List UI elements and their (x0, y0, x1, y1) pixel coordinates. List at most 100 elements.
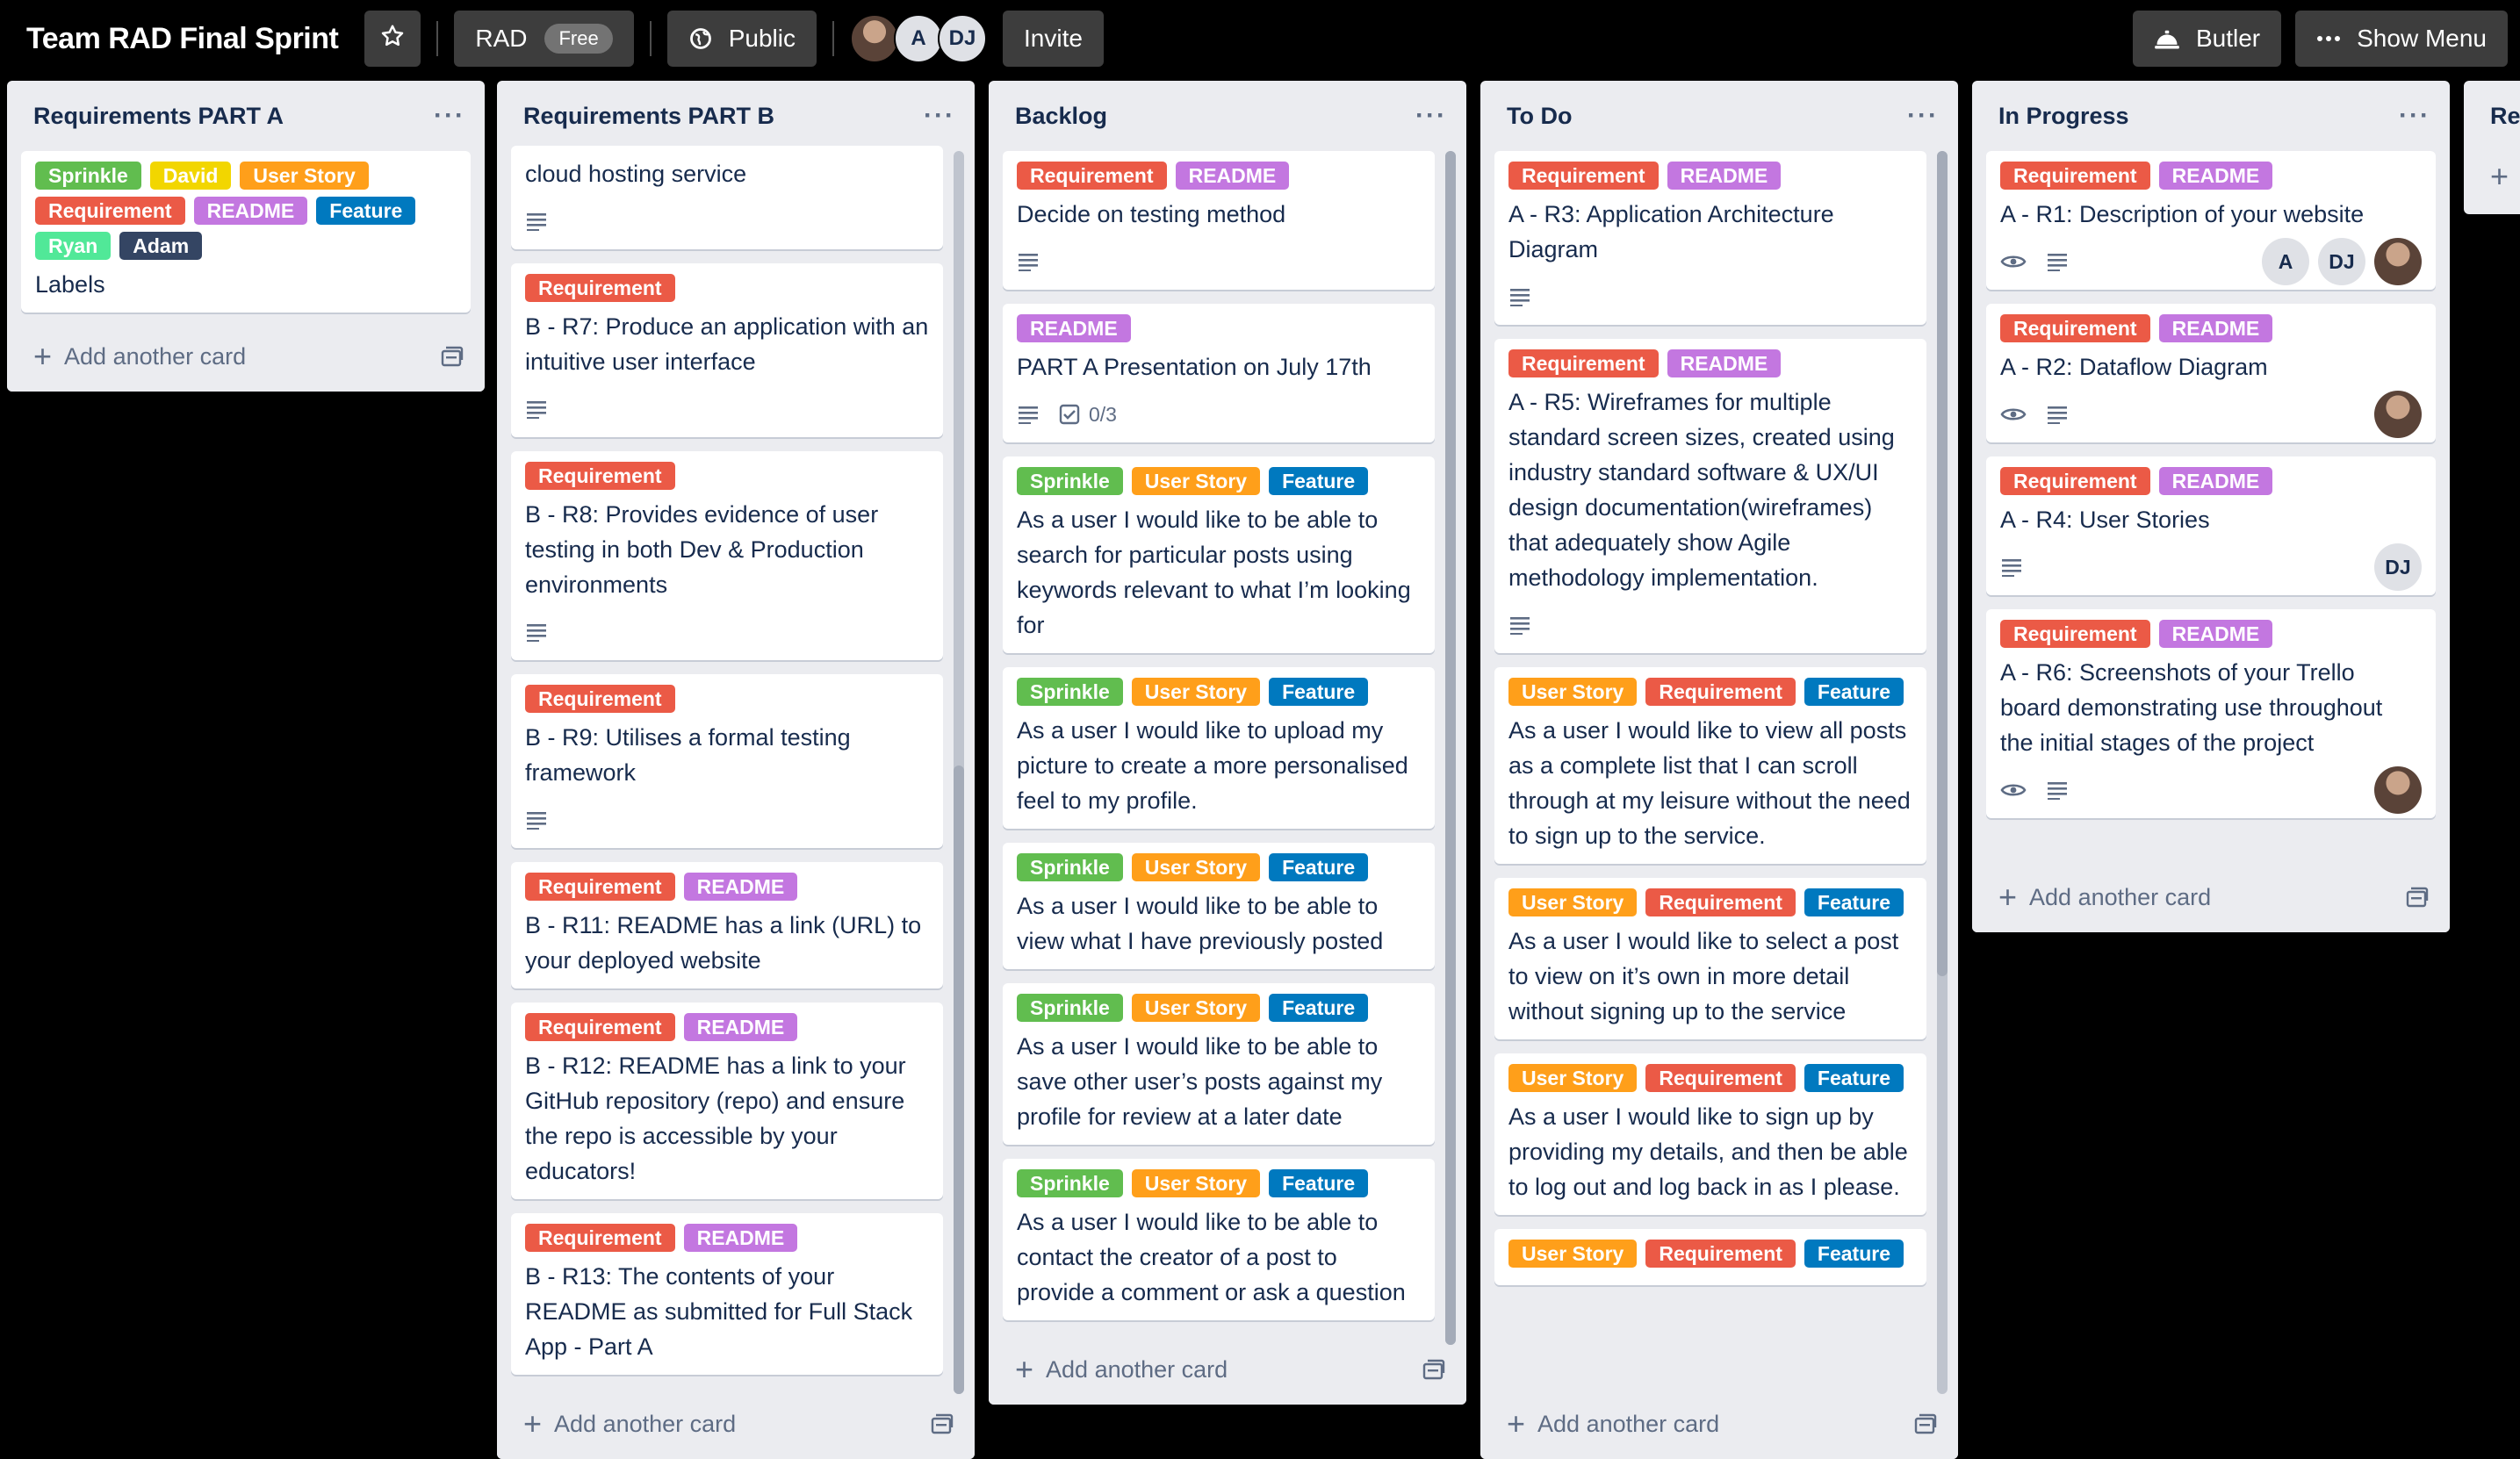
label-readme[interactable]: README (1175, 162, 1290, 190)
add-card-button[interactable]: + Add another card (989, 1334, 1466, 1405)
card[interactable]: README PART A Presentation on July 17th 0/… (1003, 304, 1435, 442)
label-sprinkle[interactable]: Sprinkle (1017, 678, 1123, 706)
card[interactable]: Requirement README A - R1: Description of … (1986, 151, 2436, 290)
list-header[interactable]: Backlog ··· (989, 81, 1466, 151)
label-feature[interactable]: Feature (1804, 1064, 1904, 1092)
label-feature[interactable]: Feature (1269, 853, 1369, 881)
label-readme[interactable]: README (683, 873, 798, 901)
card-template-icon[interactable] (1914, 1413, 1937, 1434)
list-header[interactable]: To Do ··· (1480, 81, 1958, 151)
member-avatar-photo[interactable] (2374, 238, 2422, 285)
list-menu-icon[interactable]: ··· (1415, 101, 1447, 131)
list-menu-icon[interactable]: ··· (2399, 101, 2430, 131)
card-template-icon[interactable] (1422, 1359, 1445, 1380)
label-readme[interactable]: README (2158, 314, 2273, 342)
card[interactable]: Requirement B - R9: Utilises a formal tes… (511, 674, 943, 848)
label-sprinkle[interactable]: Sprinkle (35, 162, 141, 190)
label-requirement[interactable]: Requirement (525, 685, 675, 713)
list-header[interactable]: Requirements PART B ··· (497, 81, 975, 151)
label-user-story[interactable]: User Story (1131, 678, 1261, 706)
scrollbar-thumb[interactable] (954, 765, 964, 1394)
show-menu-button[interactable]: Show Menu (2295, 11, 2508, 67)
card[interactable]: User Story Requirement Feature (1494, 1229, 1926, 1285)
card[interactable]: Requirement README A - R3: Application Arc… (1494, 151, 1926, 325)
label-david[interactable]: David (149, 162, 232, 190)
member-avatar-photo[interactable] (2374, 391, 2422, 438)
list-menu-icon[interactable]: ··· (1907, 101, 1939, 131)
label-user-story[interactable]: User Story (1131, 994, 1261, 1022)
label-feature[interactable]: Feature (316, 197, 416, 225)
member-avatar-photo[interactable] (2374, 766, 2422, 814)
workspace-button[interactable]: RAD Free (454, 11, 634, 67)
card[interactable]: Requirement README A - R2: Dataflow Diagra… (1986, 304, 2436, 442)
invite-button[interactable]: Invite (1003, 11, 1104, 67)
card[interactable]: Sprinkle User Story Feature As a user I wou… (1003, 843, 1435, 969)
label-requirement[interactable]: Requirement (2000, 467, 2150, 495)
list-scrollbar[interactable] (1445, 151, 1456, 1345)
label-feature[interactable]: Feature (1269, 678, 1369, 706)
label-user-story[interactable]: User Story (1131, 853, 1261, 881)
label-requirement[interactable]: Requirement (1508, 162, 1659, 190)
list-title[interactable]: Requirements PART A (33, 103, 284, 130)
label-user-story[interactable]: User Story (1508, 1064, 1638, 1092)
list-header[interactable]: Re (2464, 81, 2520, 151)
label-ryan[interactable]: Ryan (35, 232, 112, 260)
label-feature[interactable]: Feature (1804, 678, 1904, 706)
label-sprinkle[interactable]: Sprinkle (1017, 1169, 1123, 1197)
card[interactable]: Sprinkle User Story Feature As a user I wou… (1003, 456, 1435, 653)
add-card-button[interactable]: + Add another card (1972, 862, 2450, 932)
scrollbar-thumb[interactable] (1937, 151, 1948, 976)
label-readme[interactable]: README (683, 1224, 798, 1252)
label-feature[interactable]: Feature (1804, 1240, 1904, 1268)
label-requirement[interactable]: Requirement (1645, 678, 1796, 706)
label-user-story[interactable]: User Story (1508, 1240, 1638, 1268)
member-avatar-a[interactable]: A (894, 14, 943, 63)
card[interactable]: User Story Requirement Feature As a user I … (1494, 878, 1926, 1039)
card[interactable]: Requirement B - R8: Provides evidence of … (511, 451, 943, 660)
label-readme[interactable]: README (2158, 467, 2273, 495)
label-readme[interactable]: README (1667, 162, 1782, 190)
label-user-story[interactable]: User Story (1131, 467, 1261, 495)
label-requirement[interactable]: Requirement (2000, 314, 2150, 342)
label-feature[interactable]: Feature (1269, 1169, 1369, 1197)
card[interactable]: Sprinkle User Story Feature As a user I wou… (1003, 667, 1435, 829)
label-feature[interactable]: Feature (1269, 994, 1369, 1022)
label-sprinkle[interactable]: Sprinkle (1017, 994, 1123, 1022)
label-readme[interactable]: README (683, 1013, 798, 1041)
card[interactable]: Sprinkle David User Story Requirement README… (21, 151, 471, 313)
card[interactable]: Requirement README A - R4: User Stories DJ (1986, 456, 2436, 595)
card[interactable]: Sprinkle User Story Feature As a user I wou… (1003, 1159, 1435, 1320)
list-menu-icon[interactable]: ··· (924, 101, 955, 131)
label-sprinkle[interactable]: Sprinkle (1017, 467, 1123, 495)
card[interactable]: Requirement README A - R5: Wireframes for … (1494, 339, 1926, 653)
member-avatar-dj[interactable]: DJ (2374, 543, 2422, 591)
label-requirement[interactable]: Requirement (1645, 1064, 1796, 1092)
visibility-button[interactable]: Public (666, 11, 817, 67)
label-feature[interactable]: Feature (1804, 888, 1904, 916)
add-card-button[interactable]: + Add another card (1480, 1389, 1958, 1459)
member-avatar-dj[interactable]: DJ (2318, 238, 2365, 285)
star-button[interactable] (364, 11, 421, 67)
label-user-story[interactable]: User Story (1131, 1169, 1261, 1197)
label-requirement[interactable]: Requirement (525, 873, 675, 901)
card[interactable]: Requirement README B - R11: README has a l… (511, 862, 943, 988)
list-scrollbar[interactable] (1937, 151, 1948, 1394)
member-avatar-dj[interactable]: DJ (938, 14, 987, 63)
label-readme[interactable]: README (193, 197, 308, 225)
card[interactable]: Requirement README B - R12: README has a l… (511, 1003, 943, 1199)
label-readme[interactable]: README (2158, 162, 2273, 190)
member-avatar-photo[interactable] (850, 14, 899, 63)
plus-icon[interactable]: + (2490, 158, 2509, 195)
label-requirement[interactable]: Requirement (2000, 620, 2150, 648)
scrollbar-thumb[interactable] (1445, 151, 1456, 1345)
butler-button[interactable]: Butler (2132, 11, 2282, 67)
card-template-icon[interactable] (931, 1413, 954, 1434)
card[interactable]: User Story Requirement Feature As a user I … (1494, 1053, 1926, 1215)
label-readme[interactable]: README (1667, 349, 1782, 377)
list-title[interactable]: Re (2490, 103, 2520, 130)
card[interactable]: Requirement README Decide on testing metho… (1003, 151, 1435, 290)
label-requirement[interactable]: Requirement (35, 197, 185, 225)
label-requirement[interactable]: Requirement (525, 462, 675, 490)
card[interactable]: Sprinkle User Story Feature As a user I wou… (1003, 983, 1435, 1145)
label-requirement[interactable]: Requirement (525, 1013, 675, 1041)
